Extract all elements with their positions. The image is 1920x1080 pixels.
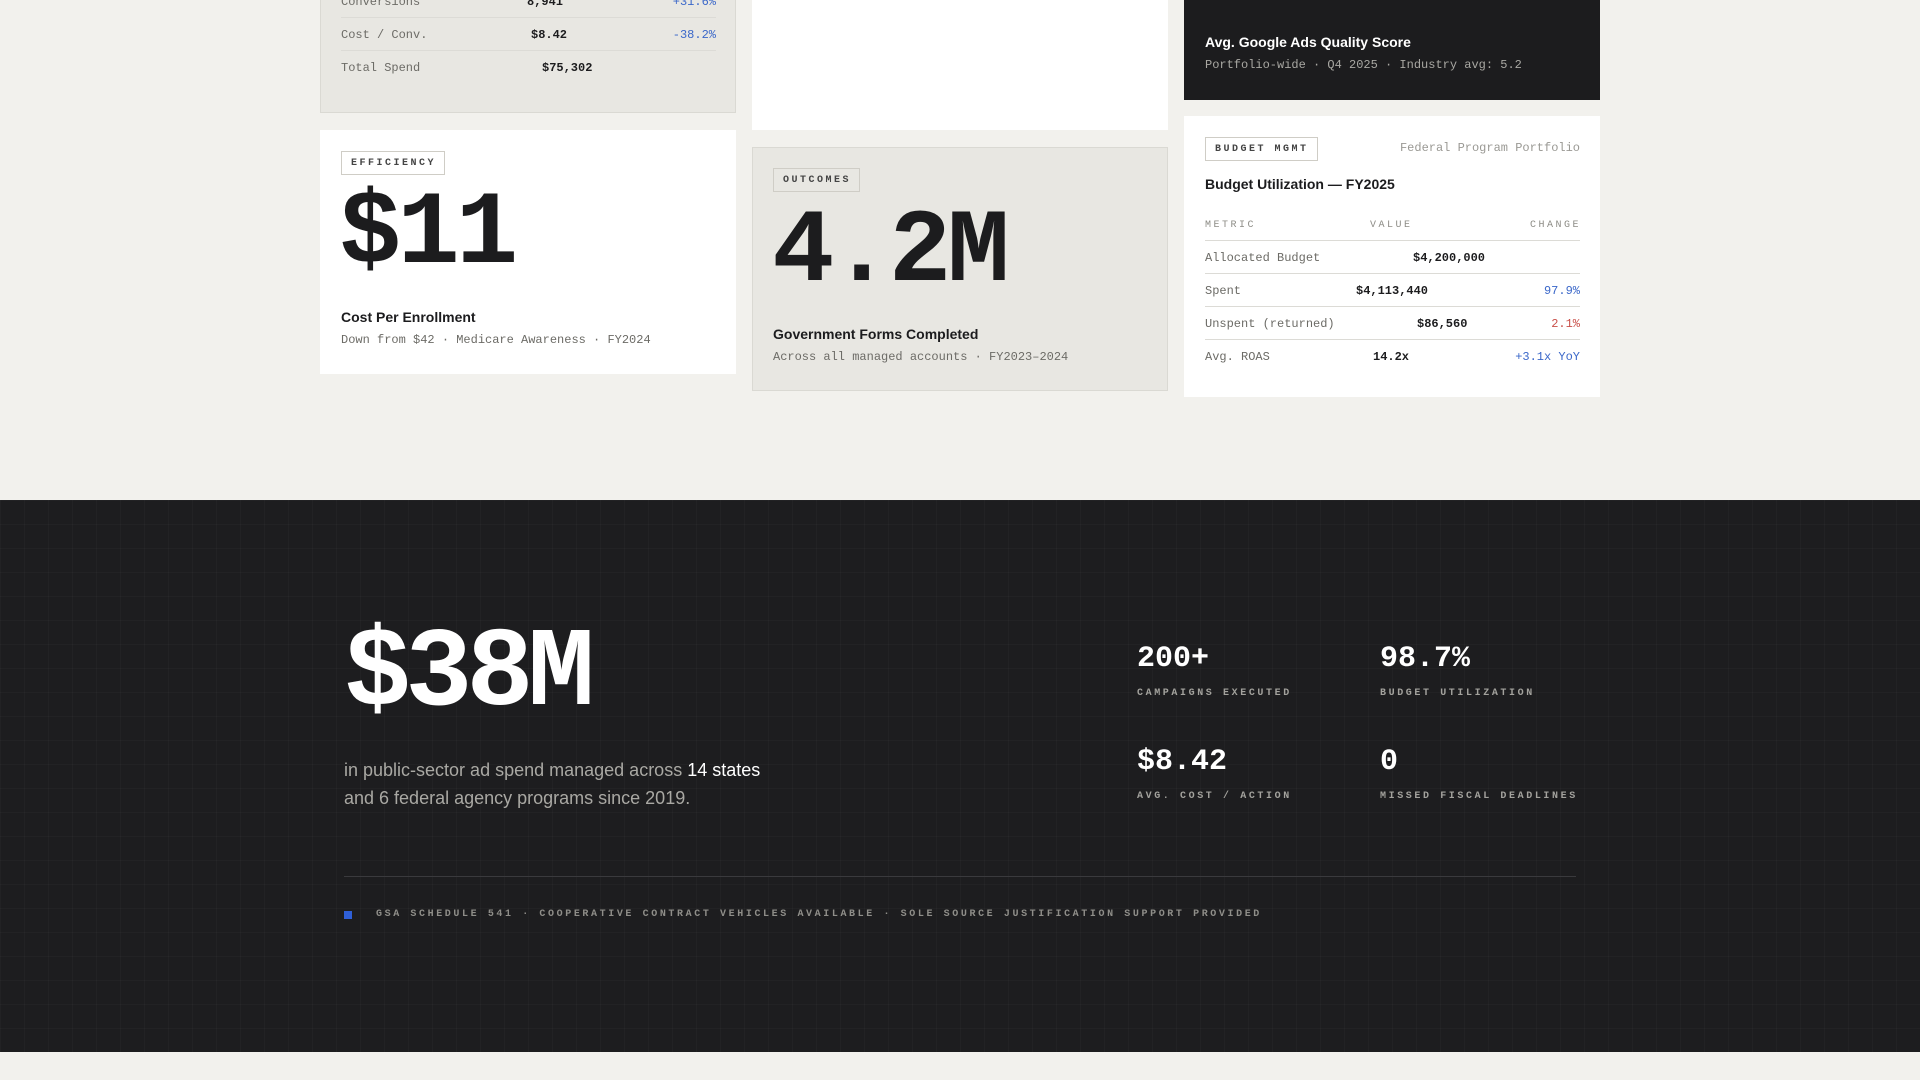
card-subtitle: Across all managed accounts · FY2023–202…	[773, 350, 1069, 364]
row-change: 97.9%	[1543, 284, 1580, 298]
card-title: Avg. Google Ads Quality Score	[1205, 34, 1411, 50]
row-metric: Cost / Conv.	[341, 28, 428, 42]
row-value: $86,560	[1417, 317, 1468, 331]
table-row: Avg. ROAS 14.2x +3.1x YoY	[1205, 340, 1580, 373]
row-change: -38.2%	[672, 28, 716, 42]
row-metric: Unspent (returned)	[1205, 317, 1335, 331]
table-row: Spent $4,113,440 97.9%	[1205, 274, 1580, 307]
card-subtitle: Down from $42 · Medicare Awareness · FY2…	[341, 333, 651, 347]
category-tag: EFFICIENCY	[341, 151, 446, 175]
stat-label: BUDGET UTILIZATION	[1380, 688, 1535, 699]
hero-text-highlight: 14 states	[687, 760, 761, 780]
row-value: 14.2x	[1373, 350, 1410, 364]
row-value: $4,200,000	[1413, 251, 1486, 265]
stat-label: MISSED FISCAL DEADLINES	[1380, 791, 1578, 802]
table-row: Cost / Conv. $8.42 -38.2%	[341, 18, 716, 51]
stat-value: 200+	[1137, 642, 1210, 676]
outcomes-card: OUTCOMES 4.2M Government Forms Completed…	[752, 147, 1168, 391]
card-title: Government Forms Completed	[773, 326, 979, 342]
efficiency-card: EFFICIENCY $11 Cost Per Enrollment Down …	[320, 130, 736, 374]
row-metric: Avg. ROAS	[1205, 350, 1270, 364]
table-row: Unspent (returned) $86,560 2.1%	[1205, 307, 1580, 340]
category-tag: BUDGET MGMT	[1205, 137, 1318, 161]
budget-card: BUDGET MGMT Federal Program Portfolio Bu…	[1184, 116, 1600, 397]
row-value: $8.42	[531, 28, 568, 42]
quality-score-card: Avg. Google Ads Quality Score Portfolio-…	[1184, 0, 1600, 100]
row-value: $4,113,440	[1356, 284, 1429, 298]
stat-campaigns: 200+ CAMPAIGNS EXECUTED	[1137, 644, 1292, 699]
chart-card	[752, 0, 1168, 130]
hero-text-before: in public-sector ad spend managed across	[344, 760, 688, 780]
stat-value: $8.42	[1137, 745, 1228, 779]
row-metric: Allocated Budget	[1205, 251, 1321, 265]
row-metric: Conversions	[341, 0, 421, 9]
row-value: $75,302	[542, 61, 593, 75]
row-change: +3.1x YoY	[1515, 350, 1580, 364]
row-metric: Spent	[1205, 284, 1242, 298]
card-title: Budget Utilization — FY2025	[1205, 176, 1395, 192]
row-value: 8,941	[527, 0, 564, 9]
stat-value: 0	[1380, 745, 1399, 779]
stat-cost-per-action: $8.42 AVG. COST / ACTION	[1137, 747, 1292, 802]
stat-label: CAMPAIGNS EXECUTED	[1137, 688, 1292, 699]
card-subtitle: Portfolio-wide · Q4 2025 · Industry avg:…	[1205, 58, 1522, 72]
footnote-text: GSA SCHEDULE 541 · COOPERATIVE CONTRACT …	[376, 909, 1262, 920]
hero-value: $38M	[344, 611, 595, 738]
section-divider	[344, 876, 1576, 877]
row-change: +31.6%	[672, 0, 716, 9]
stat-label: AVG. COST / ACTION	[1137, 791, 1292, 802]
hero-description: in public-sector ad spend managed across…	[344, 756, 864, 812]
table-row: Total Spend $75,302	[341, 51, 716, 84]
header-metric: METRIC	[1205, 220, 1257, 231]
metric-value: $11	[339, 176, 518, 294]
impact-section: $38M in public-sector ad spend managed a…	[0, 500, 1920, 1052]
portfolio-label: Federal Program Portfolio	[1399, 141, 1580, 155]
header-value: VALUE	[1370, 220, 1413, 231]
table-row: Conversions 8,941 +31.6%	[341, 0, 716, 18]
stat-value: 98.7%	[1380, 642, 1471, 676]
card-title: Cost Per Enrollment	[341, 309, 476, 325]
header-change: CHANGE	[1529, 220, 1581, 231]
contract-footnote: GSA SCHEDULE 541 · COOPERATIVE CONTRACT …	[344, 909, 1262, 920]
channel-metrics-card: Conversions 8,941 +31.6% Cost / Conv. $8…	[320, 0, 736, 113]
hero-text-after: and 6 federal agency programs since 2019…	[344, 788, 691, 808]
row-metric: Total Spend	[341, 61, 421, 75]
table-row: Allocated Budget $4,200,000	[1205, 241, 1580, 274]
category-tag: OUTCOMES	[773, 168, 861, 192]
row-change: 2.1%	[1551, 317, 1580, 331]
bullet-square-icon	[344, 910, 352, 919]
metric-value: 4.2M	[772, 194, 1010, 312]
stat-missed-deadlines: 0 MISSED FISCAL DEADLINES	[1380, 747, 1578, 802]
stat-budget-utilization: 98.7% BUDGET UTILIZATION	[1380, 644, 1535, 699]
